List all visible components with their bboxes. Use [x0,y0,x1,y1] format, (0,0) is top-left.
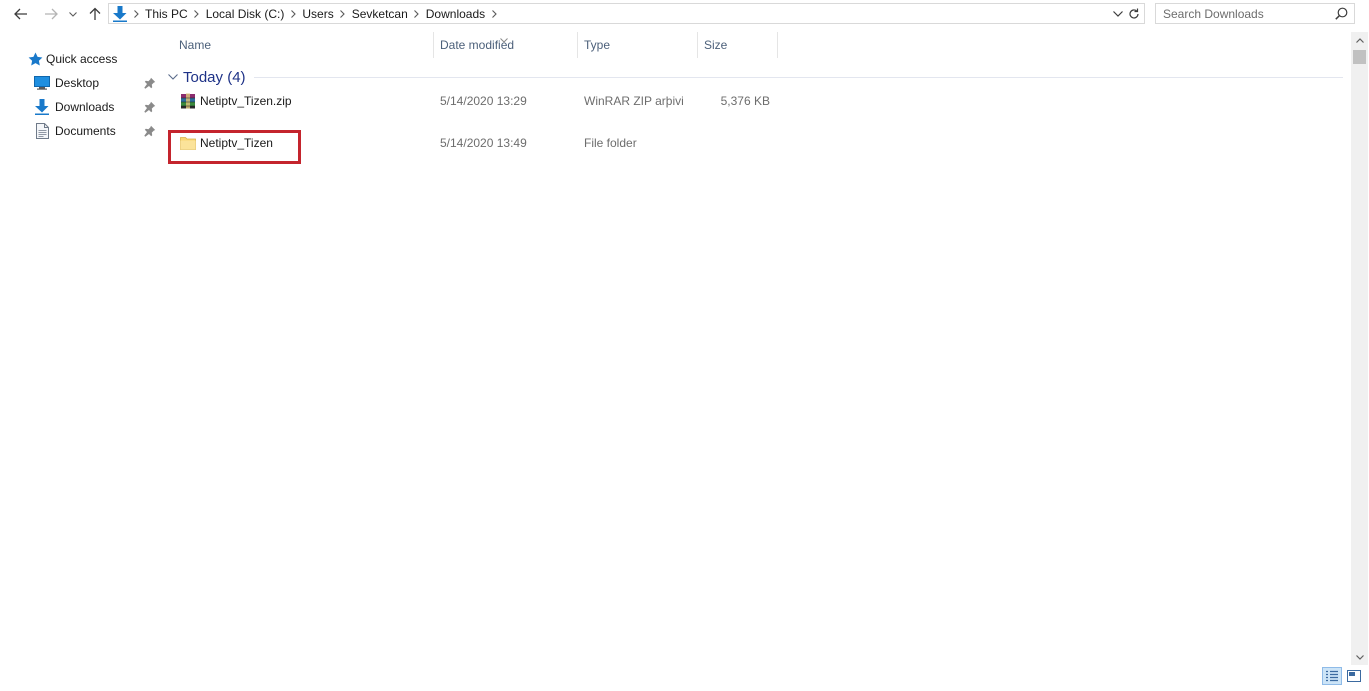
file-list: Name Date modified Type Size Today (4) N… [161,32,1351,682]
breadcrumb-separator-icon[interactable] [338,9,348,18]
column-header-name[interactable]: Name [173,32,433,58]
download-arrow-icon [33,99,51,115]
search-icon[interactable] [1334,6,1349,21]
chevron-down-icon [1113,10,1123,17]
breadcrumb-user-folder[interactable]: Sevketcan [348,7,412,21]
up-button[interactable] [86,3,104,25]
file-date: 5/14/2020 13:49 [440,136,527,150]
pin-icon[interactable] [144,101,156,113]
breadcrumb-this-pc[interactable]: This PC [141,7,192,21]
file-row[interactable]: Netiptv_Tizen 5/14/2020 13:49 File folde… [167,132,1343,154]
sidebar-item-downloads[interactable]: Downloads [33,96,158,118]
chevron-down-icon [69,11,77,17]
breadcrumb-separator-icon[interactable] [412,9,422,18]
back-button[interactable] [10,3,32,25]
arrow-left-icon [14,8,27,20]
sidebar-item-label: Desktop [55,76,100,90]
details-view-button[interactable] [1322,667,1342,685]
search-input[interactable] [1156,4,1333,23]
arrow-right-icon [45,8,58,20]
large-icons-view-icon [1347,670,1361,682]
recent-locations-button[interactable] [66,3,80,25]
column-header-size[interactable]: Size [698,32,777,58]
vertical-scrollbar[interactable] [1351,32,1368,665]
arrow-up-icon [89,7,101,20]
file-size: 5,376 KB [720,94,770,108]
large-icons-view-button[interactable] [1344,667,1364,685]
breadcrumb-separator-icon[interactable] [489,9,499,18]
star-icon [26,51,44,67]
column-divider[interactable] [777,32,778,58]
sidebar-item-label: Quick access [46,52,118,66]
file-type: File folder [584,136,637,150]
breadcrumb-separator-icon[interactable] [131,9,141,18]
chevron-up-icon [1355,37,1364,43]
search-box[interactable] [1155,3,1355,24]
group-divider [253,76,1343,78]
address-toolbar: This PC Local Disk (C:) Users Sevketcan … [0,0,1369,28]
file-name-cell[interactable]: Netiptv_Tizen.zip [179,90,292,112]
column-header-type[interactable]: Type [578,32,697,58]
sidebar-item-label: Downloads [55,100,115,114]
pin-icon[interactable] [144,77,156,89]
refresh-icon [1129,8,1139,19]
refresh-button[interactable] [1125,4,1143,23]
file-row[interactable]: Netiptv_Tizen.zip 5/14/2020 13:29 WinRAR… [167,90,1343,112]
details-view-icon [1326,670,1338,682]
forward-button[interactable] [40,3,62,25]
group-label: Today (4) [183,68,246,86]
breadcrumb-separator-icon[interactable] [288,9,298,18]
scroll-thumb[interactable] [1353,50,1366,64]
folder-icon [179,134,197,152]
sidebar-item-label: Documents [55,124,116,138]
breadcrumb-downloads[interactable]: Downloads [422,7,489,21]
file-date: 5/14/2020 13:29 [440,94,527,108]
file-name: Netiptv_Tizen.zip [200,94,292,108]
pin-icon[interactable] [144,125,156,137]
address-bar[interactable]: This PC Local Disk (C:) Users Sevketcan … [108,3,1145,24]
breadcrumb-local-disk[interactable]: Local Disk (C:) [202,7,289,21]
sidebar-item-quick-access[interactable]: Quick access [26,48,117,70]
chevron-down-icon[interactable] [167,71,179,83]
winrar-archive-icon [179,92,197,110]
chevron-down-icon [1355,654,1364,660]
file-name-cell[interactable]: Netiptv_Tizen [179,132,273,154]
file-type: WinRAR ZIP arþivi [584,94,684,108]
downloads-location-icon [109,5,131,22]
scroll-down-button[interactable] [1351,649,1368,665]
sort-indicator-icon [500,32,508,46]
file-explorer-window: This PC Local Disk (C:) Users Sevketcan … [0,0,1369,691]
breadcrumb-separator-icon[interactable] [192,9,202,18]
file-name: Netiptv_Tizen [200,136,273,150]
breadcrumb: This PC Local Disk (C:) Users Sevketcan … [109,4,499,23]
documents-icon [33,123,51,139]
navigation-pane: Quick access Desktop Downloads Documents [0,32,160,682]
file-size [700,132,770,154]
sidebar-item-documents[interactable]: Documents [33,120,158,142]
desktop-icon [33,75,51,91]
breadcrumb-users[interactable]: Users [298,7,337,21]
scroll-up-button[interactable] [1351,32,1368,48]
sidebar-item-desktop[interactable]: Desktop [33,72,158,94]
group-header-today[interactable]: Today (4) [167,66,1343,88]
